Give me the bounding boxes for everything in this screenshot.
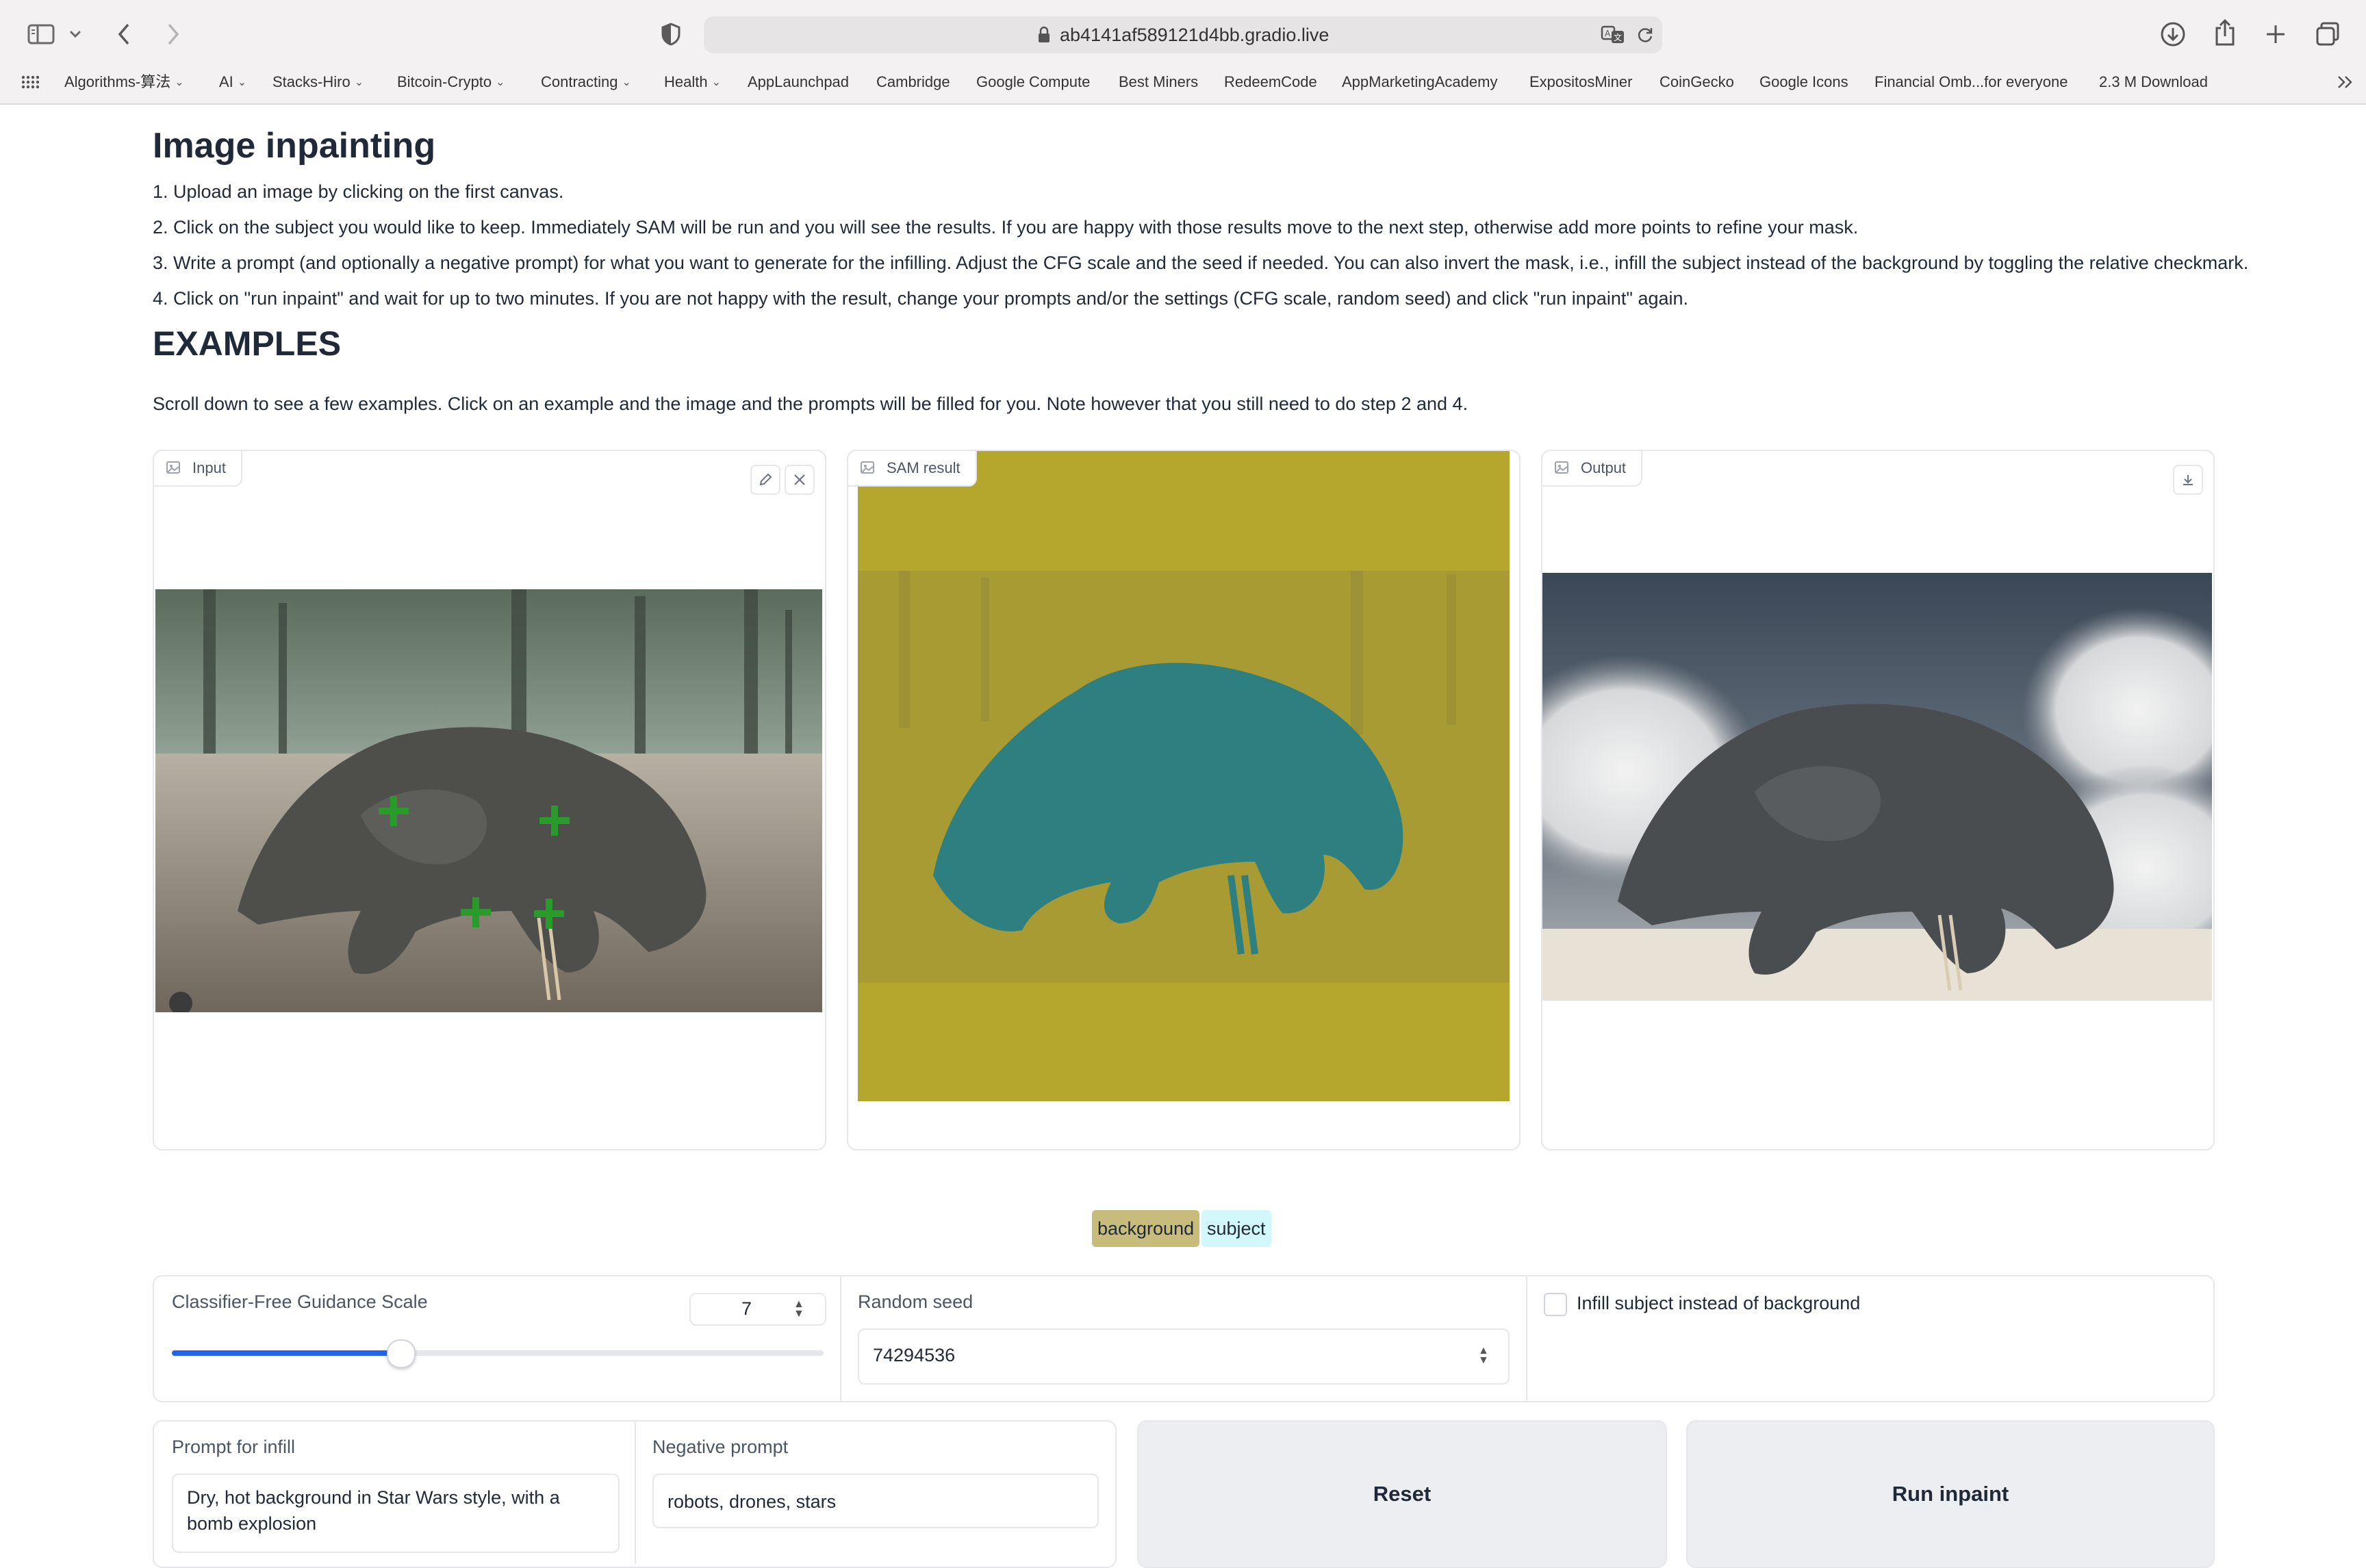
- chevron-down-icon: ⌄: [622, 77, 631, 88]
- divider: [840, 1276, 841, 1401]
- infill-prompt-label: Prompt for infill: [172, 1437, 296, 1457]
- input-image[interactable]: [155, 589, 822, 1012]
- apps-grid-icon[interactable]: [21, 74, 40, 90]
- cfg-scale-slider[interactable]: [172, 1339, 824, 1368]
- bookmark-link[interactable]: AppLaunchpad: [748, 66, 849, 99]
- page-title: Image inpainting: [153, 126, 436, 166]
- legend-subject[interactable]: subject: [1201, 1210, 1271, 1247]
- stepper-icon[interactable]: ▲ ▼: [793, 1299, 804, 1320]
- downloads-icon[interactable]: [2159, 21, 2187, 48]
- chevron-down-icon: ⌄: [237, 77, 247, 88]
- camera-icon[interactable]: [169, 992, 192, 1012]
- share-icon[interactable]: [2213, 18, 2237, 48]
- random-seed-input[interactable]: 74294536 ▲ ▼: [858, 1328, 1510, 1385]
- browser-toolbar: ab4141af589121d4bb.gradio.live A文 Algori…: [0, 0, 2366, 105]
- output-label: Output: [1542, 451, 1643, 487]
- chevron-down-icon[interactable]: [67, 26, 84, 42]
- infill-prompt-input[interactable]: Dry, hot background in Star Wars style, …: [172, 1474, 620, 1553]
- chevron-down-icon: ⌄: [711, 77, 721, 88]
- bookmark-folder[interactable]: Bitcoin-Crypto ⌄: [397, 66, 505, 99]
- divider: [1526, 1276, 1527, 1401]
- bookmarks-bar: Algorithms-算法 ⌄ AI ⌄ Stacks-Hiro ⌄ Bitcoin-…: [0, 66, 2366, 99]
- random-seed-label: Random seed: [858, 1291, 974, 1312]
- point-marker: [539, 806, 570, 836]
- reset-button[interactable]: Reset: [1137, 1420, 1667, 1568]
- bookmark-link[interactable]: ExpositosMiner: [1529, 66, 1632, 99]
- sam-mask-image: [858, 451, 1510, 1101]
- privacy-shield-icon[interactable]: [659, 21, 683, 48]
- stepper-icon[interactable]: ▲ ▼: [1478, 1346, 1489, 1366]
- download-icon: [2183, 475, 2193, 485]
- bookmark-folder[interactable]: Health ⌄: [664, 66, 721, 99]
- instruction-step: 3. Write a prompt (and optionally a nega…: [153, 253, 2249, 273]
- clear-button[interactable]: [785, 465, 815, 495]
- settings-row: Classifier-Free Guidance Scale 7 ▲ ▼ Rand…: [153, 1275, 2215, 1402]
- image-icon: [861, 461, 874, 474]
- new-tab-icon[interactable]: [2263, 22, 2288, 47]
- back-icon[interactable]: [114, 21, 134, 48]
- examples-heading: EXAMPLES: [153, 324, 342, 363]
- bookmark-folder[interactable]: Contracting ⌄: [541, 66, 631, 99]
- translate-icon[interactable]: A文: [1601, 25, 1625, 45]
- instruction-step: 1. Upload an image by clicking on the fi…: [153, 181, 564, 202]
- slider-thumb[interactable]: [387, 1339, 416, 1368]
- bookmark-link[interactable]: AppMarketingAcademy: [1342, 66, 1497, 99]
- image-icon: [1555, 461, 1568, 474]
- reload-icon[interactable]: [1635, 25, 1655, 45]
- instruction-step: 2. Click on the subject you would like t…: [153, 217, 1859, 237]
- point-marker: [379, 796, 409, 826]
- bookmark-link[interactable]: Google Compute: [976, 66, 1090, 99]
- tab-overview-icon[interactable]: [2314, 21, 2341, 48]
- more-bookmarks-icon[interactable]: [2335, 73, 2356, 92]
- chevron-down-icon: ⌄: [175, 77, 184, 88]
- output-image: [1542, 573, 2212, 1001]
- cfg-scale-label: Classifier-Free Guidance Scale: [172, 1291, 428, 1312]
- prompts-box: Prompt for infill Dry, hot background in…: [153, 1420, 1117, 1568]
- sidebar-toggle-icon[interactable]: [26, 22, 56, 47]
- bookmark-folder[interactable]: AI ⌄: [219, 66, 246, 99]
- divider: [635, 1422, 636, 1564]
- input-image-panel[interactable]: Input: [153, 450, 826, 1151]
- sam-result-panel: SAM result: [847, 450, 1521, 1151]
- bookmark-link[interactable]: 2.3 M Download: [2099, 66, 2208, 99]
- input-label: Input: [154, 451, 242, 487]
- run-inpaint-button[interactable]: Run inpaint: [1686, 1420, 2215, 1568]
- chevron-down-icon: ⌄: [496, 77, 505, 88]
- legend-background[interactable]: background: [1092, 1210, 1200, 1247]
- negative-prompt-label: Negative prompt: [652, 1437, 789, 1457]
- negative-prompt-input[interactable]: robots, drones, stars: [652, 1474, 1099, 1528]
- point-marker: [461, 897, 491, 927]
- bookmark-link[interactable]: RedeemCode: [1224, 66, 1317, 99]
- point-marker: [534, 899, 564, 929]
- bookmark-link[interactable]: CoinGecko: [1659, 66, 1734, 99]
- infill-subject-checkbox[interactable]: [1544, 1293, 1567, 1316]
- svg-text:文: 文: [1614, 32, 1622, 42]
- infill-subject-label[interactable]: Infill subject instead of background: [1577, 1293, 1860, 1314]
- chevron-down-icon: ⌄: [354, 77, 364, 88]
- bookmark-link[interactable]: Cambridge: [876, 66, 950, 99]
- bookmark-folder[interactable]: Algorithms-算法 ⌄: [64, 66, 184, 99]
- pencil-icon: [759, 473, 772, 486]
- address-bar[interactable]: ab4141af589121d4bb.gradio.live A文: [704, 16, 1662, 53]
- bookmark-link[interactable]: Best Miners: [1119, 66, 1198, 99]
- lock-icon: [1037, 26, 1051, 47]
- output-image-panel: Output: [1541, 450, 2215, 1151]
- download-button[interactable]: [2173, 465, 2203, 495]
- instruction-step: 4. Click on "run inpaint" and wait for u…: [153, 288, 1689, 309]
- bookmark-link[interactable]: Financial Omb...for everyone: [1874, 66, 2068, 99]
- bookmark-link[interactable]: Google Icons: [1759, 66, 1848, 99]
- cfg-scale-input[interactable]: 7 ▲ ▼: [689, 1293, 826, 1326]
- sam-result-label: SAM result: [848, 451, 977, 487]
- close-icon: [794, 474, 805, 485]
- image-icon: [166, 461, 180, 474]
- gradio-app: Image inpainting 1. Upload an image by c…: [0, 103, 2366, 1568]
- examples-description: Scroll down to see a few examples. Click…: [153, 394, 1468, 414]
- svg-text:A: A: [1605, 29, 1611, 38]
- slider-fill: [172, 1350, 400, 1356]
- forward-icon[interactable]: [163, 21, 183, 48]
- url-text: ab4141af589121d4bb.gradio.live: [1060, 25, 1330, 45]
- edit-button[interactable]: [750, 465, 780, 495]
- bookmark-folder[interactable]: Stacks-Hiro ⌄: [272, 66, 364, 99]
